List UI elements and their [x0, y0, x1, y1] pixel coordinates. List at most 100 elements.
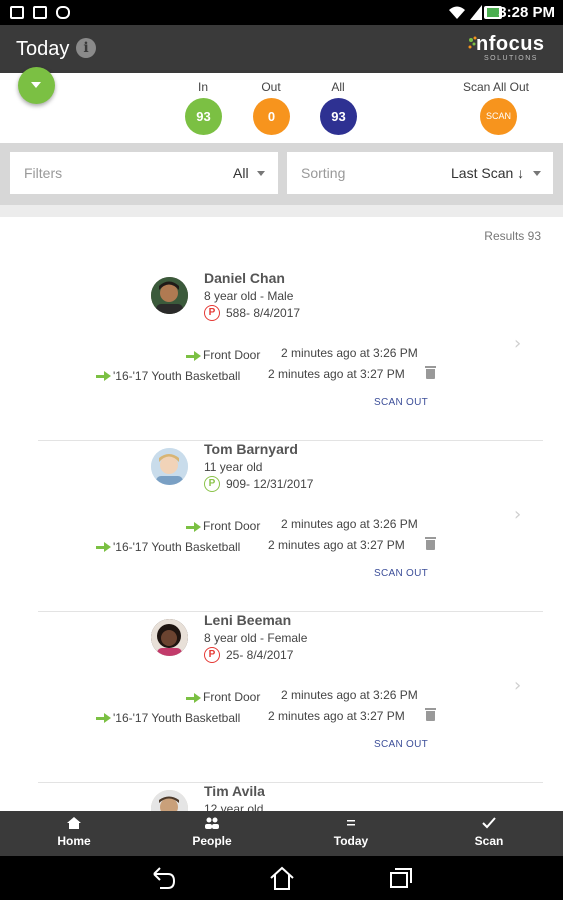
avatar	[151, 790, 188, 811]
bottom-navigation: Home People Today Scan	[0, 811, 563, 856]
message-icon	[33, 6, 47, 19]
person-description: 8 year old - Female	[204, 631, 308, 645]
scan-timestamp: 2 minutes ago at 3:27 PM	[268, 538, 405, 552]
logo-subtext: SOLUTIONS	[484, 55, 538, 62]
signal-icon	[470, 5, 482, 20]
expand-button[interactable]	[18, 67, 55, 104]
arrow-right-icon	[186, 522, 201, 532]
location-name: '16-'17 Youth Basketball	[113, 369, 241, 383]
nav-people[interactable]: People	[172, 811, 252, 856]
app-notification-icon	[56, 6, 70, 19]
scan-out-button[interactable]: SCAN OUT	[374, 397, 428, 408]
logo-text: nfocus	[476, 33, 545, 55]
in-label: In	[197, 80, 208, 94]
scan-timestamp: 2 minutes ago at 3:26 PM	[281, 346, 418, 360]
person-description: 11 year old	[204, 460, 263, 474]
scan-out-button[interactable]: SCAN OUT	[374, 739, 428, 750]
location-name: Front Door	[203, 690, 261, 704]
arrow-right-icon	[186, 693, 201, 703]
trash-icon[interactable]	[425, 366, 436, 379]
nav-scan[interactable]: Scan	[449, 811, 529, 856]
nav-people-label: People	[192, 834, 232, 848]
recent-apps-icon[interactable]	[386, 864, 416, 892]
system-navigation-bar	[0, 856, 563, 900]
person-card[interactable]: Daniel Chan 8 year old - Male P 588- 8/4…	[38, 270, 543, 441]
scan-timestamp: 2 minutes ago at 3:26 PM	[281, 688, 418, 702]
chevron-right-icon[interactable]: ›	[514, 504, 521, 525]
scan-out-button[interactable]: SCAN OUT	[374, 568, 428, 579]
person-name: Daniel Chan	[204, 270, 285, 286]
info-icon[interactable]: i	[76, 38, 96, 58]
filters-dropdown[interactable]: Filters All	[10, 152, 278, 194]
person-name: Tom Barnyard	[204, 441, 298, 457]
wifi-icon	[449, 6, 465, 19]
arrow-right-icon	[96, 371, 111, 381]
chevron-down-icon	[31, 82, 41, 88]
clock: 3:28 PM	[498, 4, 555, 21]
nfocus-logo: nfocus SOLUTIONS	[466, 33, 546, 67]
scan-timestamp: 2 minutes ago at 3:26 PM	[281, 517, 418, 531]
scan-all-out-button[interactable]: SCAN	[480, 98, 517, 135]
person-card[interactable]: Tom Barnyard 11 year old P 909- 12/31/20…	[38, 441, 543, 612]
scan-all-out-label: Scan All Out	[462, 80, 530, 94]
dropdown-caret-icon	[533, 171, 541, 176]
person-card[interactable]: Leni Beeman 8 year old - Female P 25- 8/…	[38, 612, 543, 783]
person-card[interactable]: Tim Avila 12 year old	[38, 783, 543, 811]
app-header: Today i nfocus SOLUTIONS	[0, 25, 563, 73]
back-icon[interactable]	[148, 864, 178, 892]
home-button-icon[interactable]	[267, 864, 297, 892]
trash-icon[interactable]	[425, 708, 436, 721]
filters-value: All	[233, 165, 249, 181]
arrow-right-icon	[186, 351, 201, 361]
out-label: Out	[261, 80, 281, 94]
filter-bar: Filters All Sorting Last Scan ↓	[0, 143, 563, 205]
avatar	[151, 619, 188, 656]
divider	[0, 205, 563, 217]
filters-label: Filters	[24, 165, 63, 181]
all-label: All	[331, 80, 345, 94]
all-count-button[interactable]: 93	[320, 98, 357, 135]
pass-info: 588- 8/4/2017	[226, 306, 301, 320]
pass-info: 25- 8/4/2017	[226, 648, 294, 662]
nav-today-label: Today	[333, 834, 369, 848]
pass-info: 909- 12/31/2017	[226, 477, 314, 491]
person-description: 12 year old	[204, 802, 264, 811]
notification-icon	[10, 6, 24, 19]
sorting-dropdown[interactable]: Sorting Last Scan ↓	[287, 152, 553, 194]
check-icon	[482, 817, 496, 829]
trash-icon[interactable]	[425, 537, 436, 550]
pass-badge-icon: P	[204, 647, 220, 663]
pass-badge-icon: P	[204, 305, 220, 321]
in-count-button[interactable]: 93	[185, 98, 222, 135]
location-name: '16-'17 Youth Basketball	[113, 711, 241, 725]
sorting-label: Sorting	[301, 165, 346, 181]
nav-today[interactable]: Today	[311, 811, 391, 856]
person-name: Tim Avila	[204, 783, 265, 799]
chevron-right-icon[interactable]: ›	[514, 333, 521, 354]
person-name: Leni Beeman	[204, 612, 292, 628]
pass-badge-icon: P	[204, 476, 220, 492]
avatar	[151, 277, 188, 314]
nav-home[interactable]: Home	[34, 811, 114, 856]
arrow-right-icon	[96, 542, 111, 552]
scan-timestamp: 2 minutes ago at 3:27 PM	[268, 709, 405, 723]
dropdown-caret-icon	[257, 171, 265, 176]
location-name: Front Door	[203, 348, 261, 362]
avatar	[151, 448, 188, 485]
chevron-right-icon[interactable]: ›	[514, 675, 521, 696]
arrow-right-icon	[96, 713, 111, 723]
results-count: Results 93	[484, 229, 541, 243]
nav-scan-label: Scan	[474, 834, 504, 848]
people-icon	[205, 817, 219, 829]
person-description: 8 year old - Male	[204, 289, 294, 303]
location-name: Front Door	[203, 519, 261, 533]
nav-home-label: Home	[57, 834, 91, 848]
home-icon	[67, 817, 81, 829]
status-bar: 3:28 PM	[0, 0, 563, 25]
today-icon	[347, 820, 355, 826]
out-count-button[interactable]: 0	[253, 98, 290, 135]
sorting-value: Last Scan ↓	[451, 165, 525, 181]
scan-timestamp: 2 minutes ago at 3:27 PM	[268, 367, 405, 381]
location-name: '16-'17 Youth Basketball	[113, 540, 241, 554]
page-title: Today	[16, 38, 70, 60]
